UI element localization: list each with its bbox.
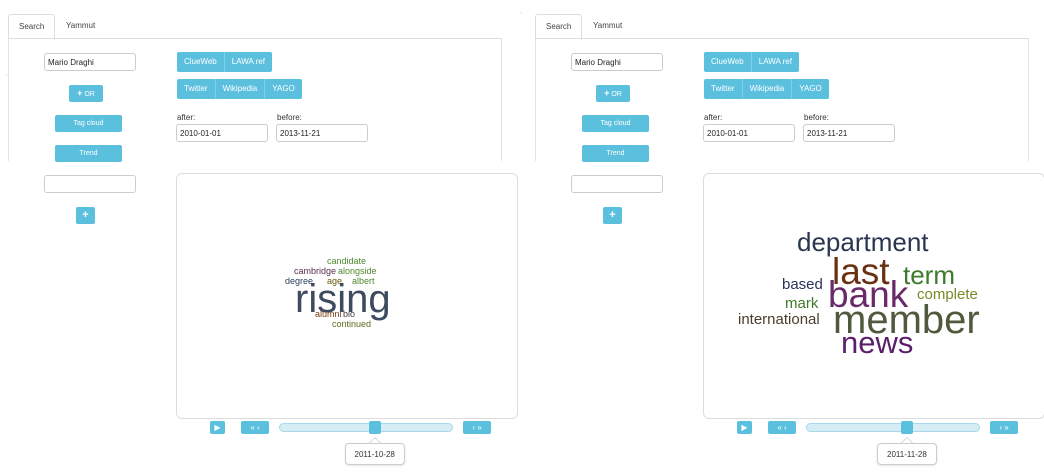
step-backward-button[interactable]: « ‹ <box>768 421 796 434</box>
before-label: before: <box>804 113 829 122</box>
source-clueweb-button[interactable]: ClueWeb <box>177 52 225 72</box>
query-input[interactable]: Mario Draghi <box>44 53 136 71</box>
query-input[interactable]: Mario Draghi <box>571 53 663 71</box>
plus-icon: + <box>609 209 616 221</box>
before-label: before: <box>277 113 302 122</box>
timeline-slider-track[interactable] <box>279 423 453 432</box>
source-clueweb-button[interactable]: ClueWeb <box>704 52 752 72</box>
before-date-input[interactable]: 2013-11-21 <box>276 124 368 142</box>
source-group-1: ClueWeb LAWA ref <box>704 52 799 72</box>
tag-cloud-button[interactable]: Tag cloud <box>582 115 649 132</box>
timeline-slider-handle[interactable] <box>368 421 381 434</box>
play-icon: ▶ <box>741 423 748 432</box>
tab-yammut[interactable]: Yammut <box>583 14 632 38</box>
trend-button[interactable]: Trend <box>55 145 122 162</box>
plus-icon: + <box>604 88 610 98</box>
cloud-word[interactable]: cambridge <box>294 267 336 276</box>
source-yago-button[interactable]: YAGO <box>265 79 302 99</box>
add-or-button[interactable]: + OR <box>596 85 630 102</box>
timeline-slider-handle[interactable] <box>900 421 913 434</box>
play-icon: ▶ <box>214 423 221 432</box>
play-button[interactable]: ▶ <box>737 421 752 434</box>
extra-query-input[interactable] <box>44 175 136 193</box>
tab-search[interactable]: Search <box>535 14 583 40</box>
plus-icon: + <box>82 209 89 221</box>
source-group-2: Twitter Wikipedia YAGO <box>177 79 302 99</box>
search-panel-right: Search Yammut Mario Draghi + OR Tag clou… <box>527 0 1044 473</box>
cloud-word[interactable]: term <box>903 262 955 288</box>
before-date-input[interactable]: 2013-11-21 <box>803 124 895 142</box>
play-button[interactable]: ▶ <box>210 421 225 434</box>
source-yago-button[interactable]: YAGO <box>792 79 829 99</box>
cloud-word[interactable]: bio <box>343 310 355 319</box>
search-panel-left: Search Yammut Mario Draghi + OR Tag clou… <box>0 0 522 473</box>
add-or-button[interactable]: + OR <box>69 85 103 102</box>
cloud-word[interactable]: based <box>782 277 823 292</box>
after-label: after: <box>177 113 196 122</box>
extra-query-input[interactable] <box>571 175 663 193</box>
tag-cloud-button[interactable]: Tag cloud <box>55 115 122 132</box>
cloud-word[interactable]: news <box>841 327 913 358</box>
add-query-button[interactable]: + <box>603 207 622 224</box>
step-forward-icon: › » <box>472 423 482 432</box>
source-lawa-ref-button[interactable]: LAWA ref <box>225 52 272 72</box>
step-backward-button[interactable]: « ‹ <box>241 421 269 434</box>
cloud-word[interactable]: international <box>738 312 820 327</box>
after-date-input[interactable]: 2010-01-01 <box>703 124 795 142</box>
cloud-word[interactable]: alumni <box>315 310 342 319</box>
slider-date-tooltip: 2011-10-28 <box>344 443 405 465</box>
source-twitter-button[interactable]: Twitter <box>704 79 743 99</box>
or-label: OR <box>84 91 95 98</box>
cloud-word[interactable]: alongside <box>338 267 377 276</box>
plus-icon: + <box>77 88 83 98</box>
cloud-word[interactable]: candidate <box>327 257 366 266</box>
step-backward-icon: « ‹ <box>250 423 260 432</box>
step-backward-icon: « ‹ <box>777 423 787 432</box>
timeline-slider-track[interactable] <box>806 423 980 432</box>
cloud-word[interactable]: continued <box>332 320 371 329</box>
source-lawa-ref-button[interactable]: LAWA ref <box>752 52 799 72</box>
trend-button[interactable]: Trend <box>582 145 649 162</box>
source-group-2: Twitter Wikipedia YAGO <box>704 79 829 99</box>
step-forward-button[interactable]: › » <box>463 421 491 434</box>
step-forward-button[interactable]: › » <box>990 421 1018 434</box>
add-query-button[interactable]: + <box>76 207 95 224</box>
cloud-word[interactable]: mark <box>785 296 818 311</box>
after-date-input[interactable]: 2010-01-01 <box>176 124 268 142</box>
source-twitter-button[interactable]: Twitter <box>177 79 216 99</box>
after-label: after: <box>704 113 723 122</box>
tab-search[interactable]: Search <box>8 14 56 40</box>
or-label: OR <box>611 91 622 98</box>
slider-date-tooltip: 2011-11-28 <box>876 443 937 465</box>
source-wikipedia-button[interactable]: Wikipedia <box>216 79 266 99</box>
source-group-1: ClueWeb LAWA ref <box>177 52 272 72</box>
source-wikipedia-button[interactable]: Wikipedia <box>743 79 793 99</box>
step-forward-icon: › » <box>999 423 1009 432</box>
tab-yammut[interactable]: Yammut <box>56 14 105 38</box>
